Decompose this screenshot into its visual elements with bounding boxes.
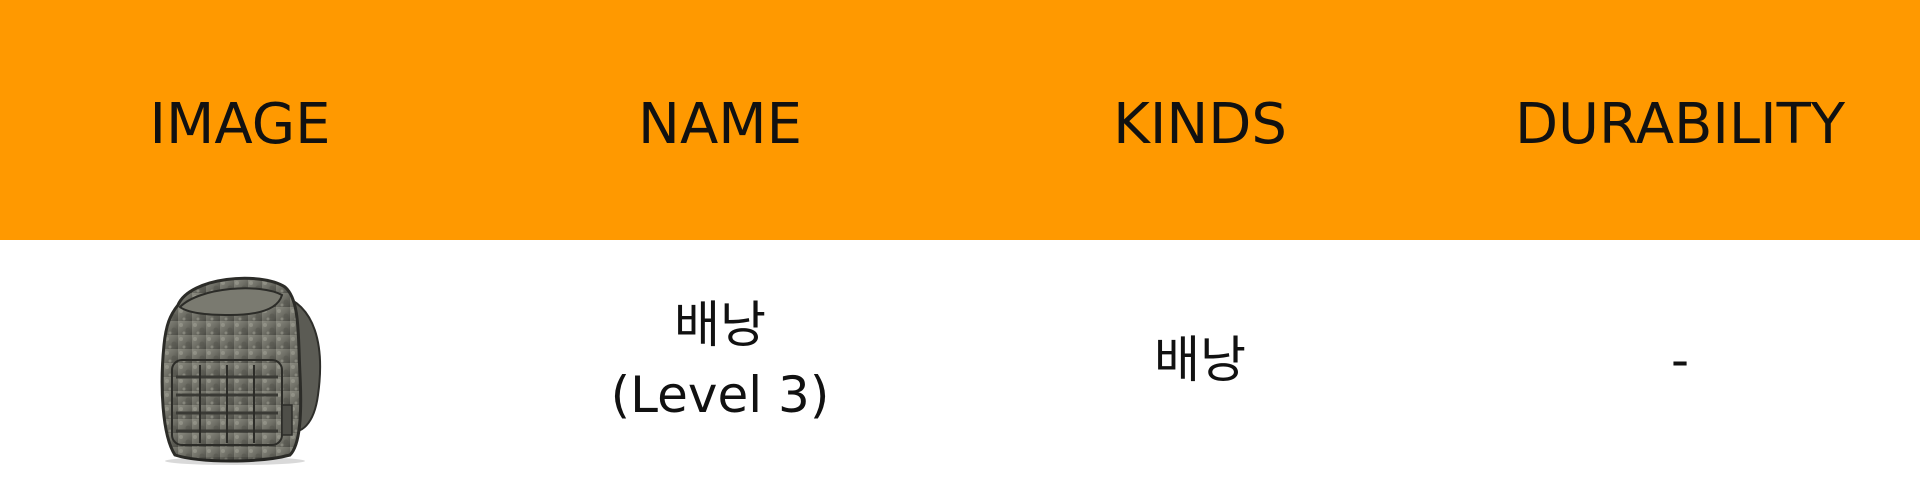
item-name-cell: 배낭 (Level 3) [480, 290, 960, 430]
table-row: 배낭 (Level 3) 배낭 - [0, 240, 1920, 480]
item-table: IMAGE NAME KINDS DURABILITY 배낭 (Level 3)… [0, 0, 1920, 480]
item-kind-cell: 배낭 [960, 325, 1440, 395]
column-header-durability: DURABILITY [1514, 92, 1846, 157]
column-header-name: NAME [638, 92, 802, 157]
backpack-icon [160, 276, 322, 465]
item-kind: 배낭 [1154, 331, 1246, 389]
column-header-image: IMAGE [149, 92, 331, 157]
item-image-cell [0, 240, 480, 480]
table-header-row: IMAGE NAME KINDS DURABILITY [0, 0, 1920, 240]
item-name: 배낭 [674, 296, 766, 354]
column-header-kinds: KINDS [1113, 92, 1287, 157]
item-durability-cell: - [1440, 325, 1920, 395]
item-durability: - [1670, 331, 1690, 389]
item-level: (Level 3) [610, 366, 830, 424]
